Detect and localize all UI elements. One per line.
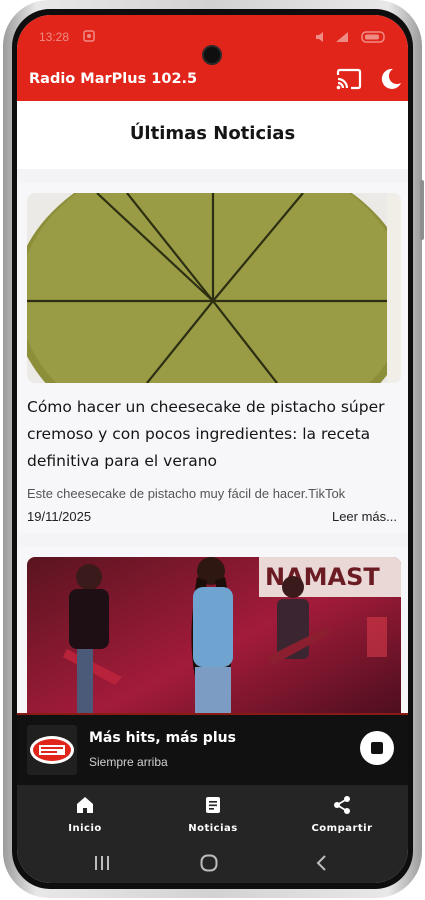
news-feed[interactable]: Últimas Noticias Cómo hacer un cheesecak…	[17, 101, 408, 713]
phone-frame: 13:28 Radio MarPlus 102.5 Últimas Notici…	[3, 0, 424, 898]
screen: 13:28 Radio MarPlus 102.5 Últimas Notici…	[17, 15, 408, 883]
home-icon	[77, 797, 93, 813]
page-header: Últimas Noticias	[17, 101, 408, 169]
cheesecake-image	[27, 193, 401, 383]
station-logo-image	[30, 736, 74, 764]
nav-item-inicio[interactable]: Inicio	[25, 785, 145, 841]
nav-label-noticias: Noticias	[188, 823, 238, 834]
player-title: Más hits, más plus	[89, 730, 236, 746]
article-title[interactable]: Cómo hacer un cheesecake de pistacho súp…	[27, 394, 395, 475]
app-title: Radio MarPlus 102.5	[29, 71, 198, 87]
back-icon[interactable]	[314, 854, 328, 872]
page-title: Últimas Noticias	[129, 123, 296, 144]
news-card[interactable]: NAMAST	[17, 547, 408, 713]
player-subtitle: Siempre arriba	[89, 755, 168, 769]
share-icon	[334, 796, 350, 814]
station-logo	[27, 725, 77, 775]
app-bar: 13:28 Radio MarPlus 102.5	[17, 15, 408, 101]
article-image[interactable]: NAMAST	[27, 557, 401, 713]
article-excerpt: Este cheesecake de pistacho muy fácil de…	[27, 486, 346, 501]
nav-item-compartir[interactable]: Compartir	[282, 785, 402, 841]
nav-label-compartir: Compartir	[311, 823, 373, 834]
notification-icon	[83, 30, 95, 42]
dark-mode-icon[interactable]	[379, 67, 403, 91]
document-icon	[206, 797, 220, 813]
power-button	[420, 180, 424, 240]
status-icons	[316, 31, 385, 43]
nav-label-inicio: Inicio	[68, 823, 102, 834]
phone-bezel: 13:28 Radio MarPlus 102.5 Últimas Notici…	[12, 9, 413, 889]
front-camera	[202, 45, 222, 65]
mini-player[interactable]: Más hits, más plus Siempre arriba	[17, 713, 408, 785]
article-date: 19/11/2025	[27, 509, 92, 524]
home-system-icon[interactable]	[200, 854, 218, 872]
read-more-link[interactable]: Leer más...	[332, 509, 397, 524]
recent-apps-icon[interactable]	[92, 855, 112, 871]
player-progress	[17, 713, 408, 715]
cast-icon[interactable]	[336, 68, 362, 90]
nav-item-noticias[interactable]: Noticias	[153, 785, 273, 841]
band-concert-image: NAMAST	[27, 557, 401, 713]
bottom-navigation: Inicio Noticias Compartir	[17, 785, 408, 841]
status-time: 13:28	[39, 30, 70, 44]
news-card[interactable]: Cómo hacer un cheesecake de pistacho súp…	[17, 183, 408, 533]
stop-icon	[371, 742, 383, 754]
system-navigation-bar	[17, 841, 408, 883]
article-image[interactable]	[27, 193, 401, 383]
stop-button[interactable]	[360, 731, 394, 765]
